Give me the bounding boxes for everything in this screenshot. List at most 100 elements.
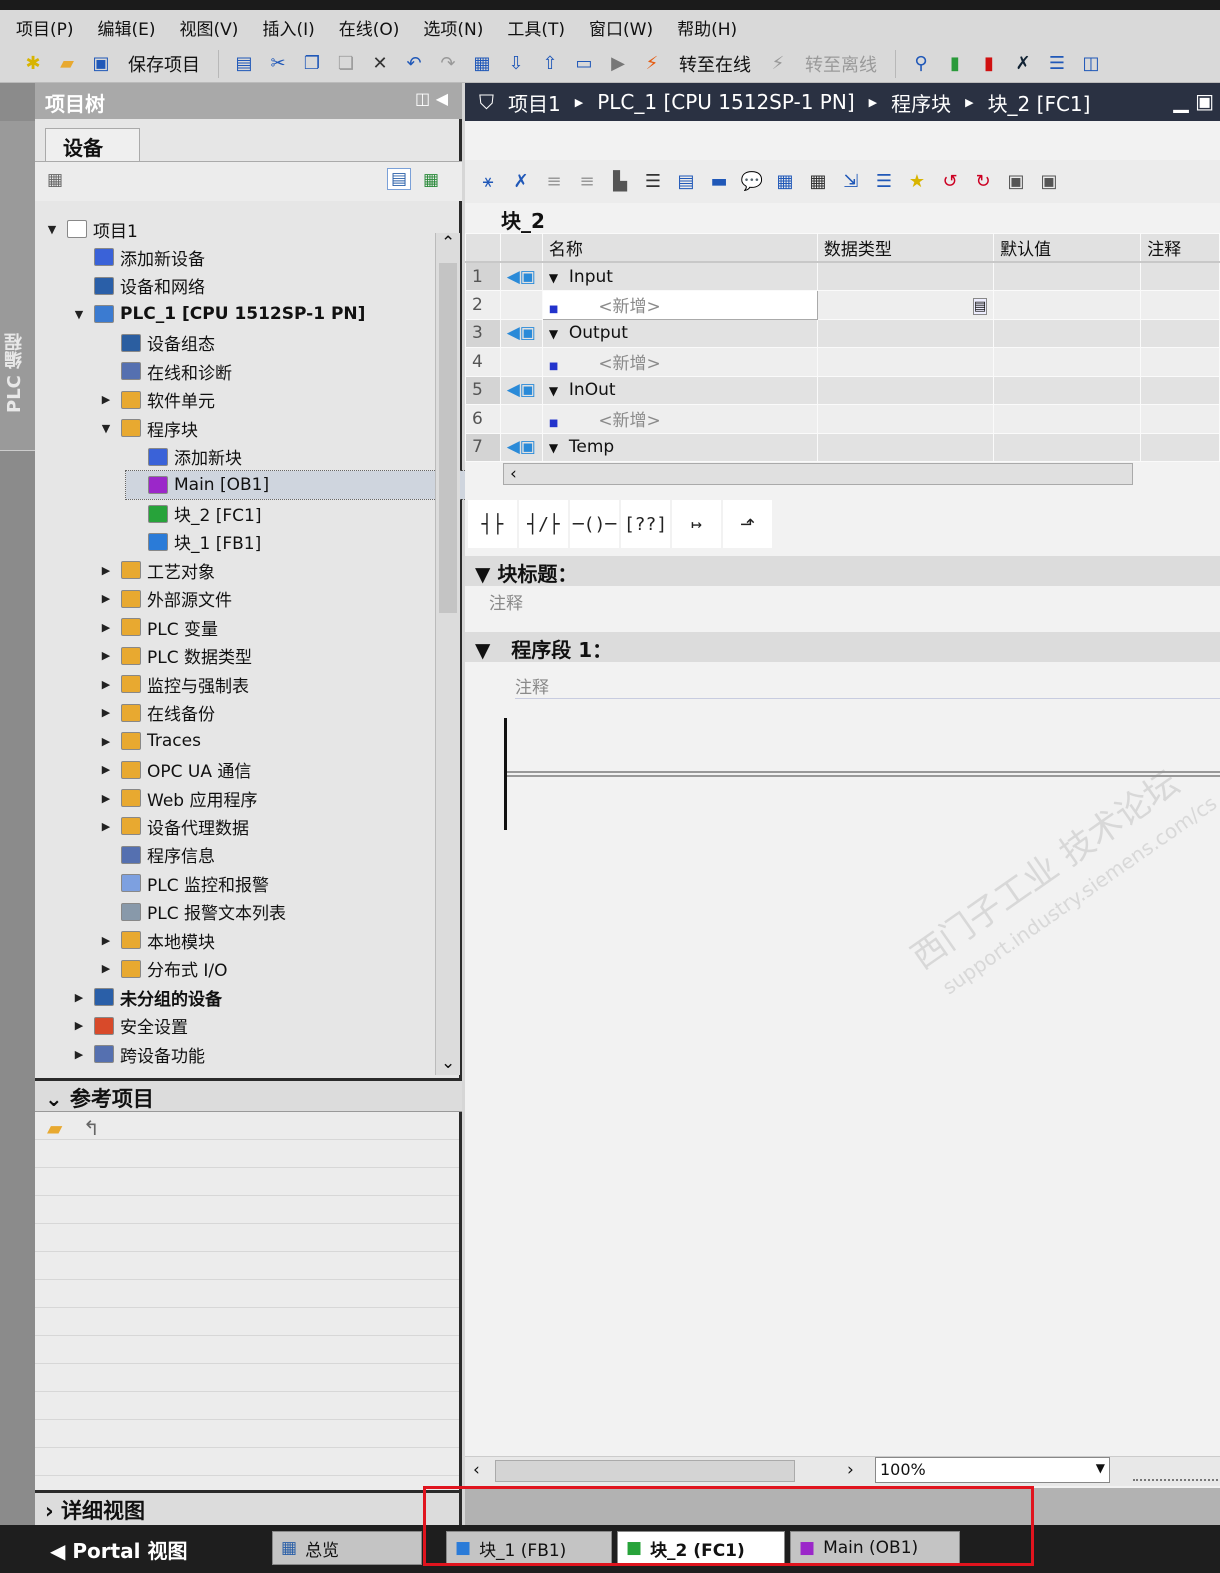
col-name[interactable]: 名称 [541,233,818,263]
go-online-icon[interactable]: ⚡ [639,51,665,77]
collapse-panel-icon[interactable]: ◫ ◀ [415,89,448,108]
ladder-rung[interactable] [507,771,1220,777]
tree-item[interactable]: ▼ 项目1 [45,215,415,243]
scroll-right-icon[interactable]: › [847,1460,854,1480]
add-new-placeholder[interactable]: <新增> [558,297,661,317]
split-horizontal-icon[interactable]: ☰ [1044,51,1070,77]
expand-icon[interactable]: ▼ [549,271,558,285]
network-1-section[interactable]: ▼ 程序段 1： [465,632,1220,662]
interface-row[interactable]: 3 ◀▣ ▼ Output [465,318,1220,348]
add-row-icon[interactable]: ≡ [574,169,600,195]
tree-item[interactable]: ▶ 安全设置 [72,1012,442,1040]
default-cell[interactable] [993,347,1142,377]
compile-icon[interactable]: ▦ [469,51,495,77]
collapsed-icon[interactable]: ▶ [99,792,113,805]
close-all-icon[interactable]: ▬ [706,169,732,195]
tree-item[interactable]: ▶ 外部源文件 [99,585,469,613]
tree-item[interactable]: 设备和网络 [72,272,442,300]
name-cell[interactable]: ▼ Output [541,318,818,348]
insert-row-icon[interactable]: ≡ [541,169,567,195]
open-branch-icon[interactable]: ↦ [672,500,721,548]
interface-hscrollbar[interactable]: ‹ [503,463,1133,485]
expanded-icon[interactable]: ▼ [45,223,59,236]
breadcrumb-block[interactable]: 块_2 [FC1] [988,88,1091,117]
upload-icon[interactable]: ⇧ [537,51,563,77]
delete-network-icon[interactable]: ✗ [508,169,534,195]
jump-icon[interactable]: ⇲ [838,169,864,195]
print-icon[interactable]: ▤ [231,51,257,77]
scroll-down-icon[interactable]: ⌄ [441,1053,455,1073]
menu-window[interactable]: 窗口(W) [589,15,653,40]
name-cell[interactable]: ▼ Input [541,261,818,291]
insert-network-icon[interactable]: ⚹ [475,169,501,195]
collapsed-icon[interactable]: ▶ [72,1048,86,1061]
tree-item[interactable]: 添加新设备 [72,243,442,271]
interface-row[interactable]: 7 ◀▣ ▼ Temp [465,432,1220,462]
dropdown-icon[interactable]: ▼ [1096,1461,1105,1475]
block-title-section[interactable]: ▼ 块标题： [465,556,1220,586]
task-overview[interactable]: ▦ 总览 [272,1531,422,1565]
list-icon[interactable]: ☰ [871,169,897,195]
collapsed-icon[interactable]: ▶ [99,934,113,947]
reset-icon[interactable]: ▙ [607,169,633,195]
delete-icon[interactable]: ✕ [367,51,393,77]
tree-item[interactable]: ▶ OPC UA 通信 [99,756,469,784]
redo-icon[interactable]: ↷ [435,51,461,77]
go-online-button[interactable]: 转至在线 [679,51,751,77]
tree-item[interactable]: PLC 监控和报警 [99,869,469,897]
details-view-header[interactable]: › 详细视图 [35,1490,462,1525]
start-cpu-icon[interactable]: ▮ [942,51,968,77]
default-cell[interactable] [993,375,1142,405]
datatype-cell[interactable] [816,404,995,434]
collapsed-icon[interactable]: ▶ [99,962,113,975]
collapsed-icon[interactable]: ▶ [72,1019,86,1032]
comment-cell[interactable] [1140,261,1220,291]
simulation-icon[interactable]: ▭ [571,51,597,77]
open-all-icon[interactable]: ▤ [673,169,699,195]
star-icon[interactable]: ★ [904,169,930,195]
tree-item[interactable]: ▼ 程序块 [99,414,469,442]
menu-view[interactable]: 视图(V) [180,15,239,40]
device-properties-icon[interactable]: ▦ [47,170,63,190]
go-offline-button[interactable]: 转至离线 [805,51,877,77]
menu-online[interactable]: 在线(O) [339,15,400,40]
tree-item[interactable]: 在线和诊断 [99,357,469,385]
monitor-off-icon[interactable]: ↻ [970,169,996,195]
tab-devices[interactable]: 设备 [45,128,140,161]
portal-view-button[interactable]: ◀ Portal 视图 [50,1535,187,1564]
col-datatype[interactable]: 数据类型 [816,233,995,263]
load-snapshot-icon[interactable]: ▣ [1036,169,1062,195]
collapsed-icon[interactable]: ▶ [99,393,113,406]
favorites-icon[interactable]: ▦ [805,169,831,195]
menu-help[interactable]: 帮助(H) [677,15,737,40]
download-icon[interactable]: ⇩ [503,51,529,77]
expanded-icon[interactable]: ▼ [99,422,113,435]
new-project-icon[interactable]: ✱ [20,51,46,77]
collapsed-icon[interactable]: ▶ [99,649,113,662]
monitor-icon[interactable]: ↺ [937,169,963,195]
collapsed-icon[interactable]: ▶ [99,763,113,776]
comment-cell[interactable] [1140,375,1220,405]
comment-cell[interactable] [1140,432,1220,462]
expand-icon[interactable]: ▼ [549,384,558,398]
expand-icon[interactable]: ▼ [549,441,558,455]
collapsed-icon[interactable]: ▶ [99,706,113,719]
interface-row[interactable]: 1 ◀▣ ▼ Input [465,261,1220,291]
cut-icon[interactable]: ✂ [265,51,291,77]
tree-item[interactable]: 程序信息 [99,841,469,869]
menu-project[interactable]: 项目(P) [16,15,74,40]
scroll-thumb[interactable] [439,263,457,613]
stop-cpu-icon[interactable]: ▮ [976,51,1002,77]
split-vertical-icon[interactable]: ◫ [1078,51,1104,77]
datatype-cell[interactable] [816,375,995,405]
menu-tools[interactable]: 工具(T) [507,15,565,40]
default-cell[interactable] [993,404,1142,434]
pin-icon[interactable]: ⛉ [479,90,494,114]
network-comment[interactable]: 注释 [515,673,1220,699]
datatype-cell[interactable] [816,318,995,348]
window-controls-icon[interactable]: ▁ ▣ [1173,89,1214,113]
reference-projects-header[interactable]: ⌄ 参考项目 [35,1078,462,1112]
snapshot-icon[interactable]: ▣ [1003,169,1029,195]
overview-icon[interactable]: ▤ [387,168,412,190]
close-reference-icon[interactable]: ↰ [83,1116,100,1140]
